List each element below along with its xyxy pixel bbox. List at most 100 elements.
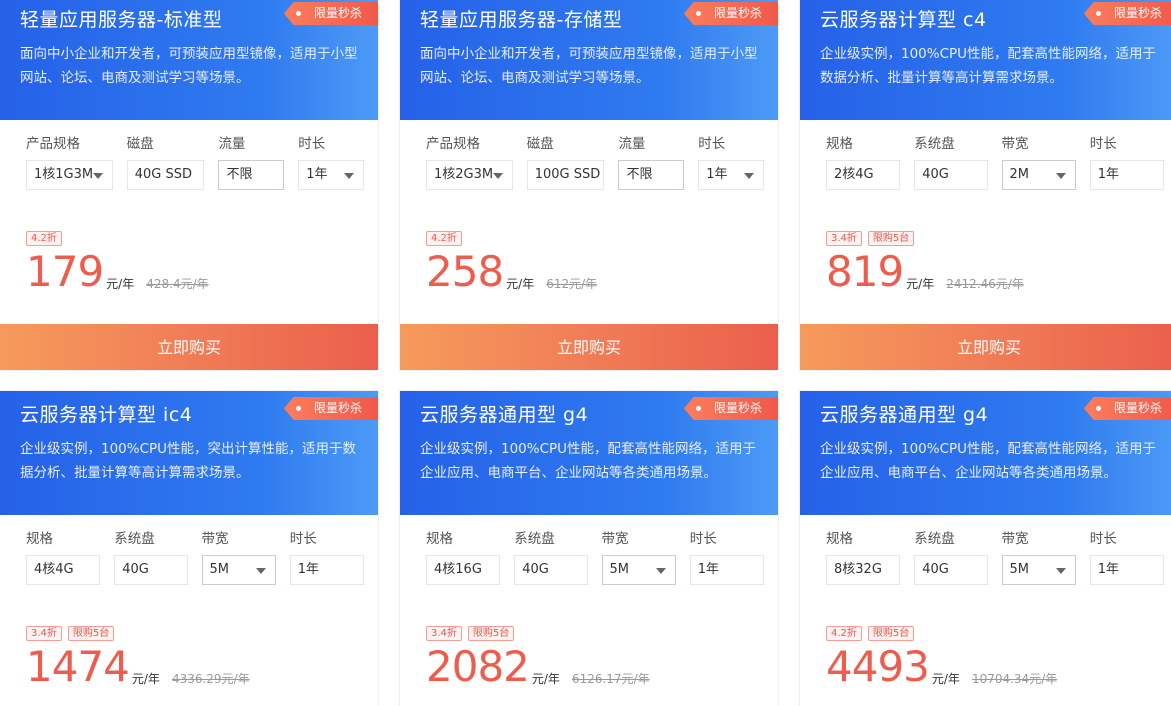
card-description: 企业级实例，100%CPU性能，配套高性能网络，适用于数据分析、批量计算等高计算… — [820, 46, 1157, 86]
chevron-down-icon — [344, 173, 354, 179]
price-unit: 元/年 — [506, 277, 535, 291]
purchase-limit-badge: 限购5台 — [467, 626, 515, 641]
system-disk-label: 系统盘 — [114, 531, 155, 547]
price: 179 — [26, 247, 104, 296]
chevron-down-icon — [255, 568, 266, 574]
disk-field: 100G SSD — [526, 160, 605, 190]
card-header: 轻量应用服务器-标准型 面向中小企业和开发者，可预装应用型镜像，适用于小型网站、… — [0, 0, 378, 120]
duration-field[interactable]: 1年 — [689, 555, 764, 585]
spec-field: 4核4G — [26, 555, 101, 585]
buy-now-button[interactable]: 立即购买 — [0, 324, 378, 370]
card-header: 轻量应用服务器-存储型 面向中小企业和开发者，可预装应用型镜像，适用于小型网站、… — [400, 0, 778, 120]
system-disk-field: 40G — [914, 555, 988, 585]
flash-sale-badge: 限量秒杀 — [284, 397, 378, 420]
badge-group: 3.4折 限购5台 — [26, 626, 120, 641]
price-row: 4493 元/年 10704.34元/年 — [826, 645, 1057, 689]
spec-row: 规格 4核16G 系统盘 40G 带宽 5M 时长 1年 — [400, 515, 778, 585]
discount-badge: 3.4折 — [26, 626, 62, 641]
disk-label: 磁盘 — [126, 136, 154, 152]
card-description: 面向中小企业和开发者，可预装应用型镜像，适用于小型网站、论坛、电商及测试学习等场… — [20, 46, 358, 86]
price-row: 819 元/年 2412.46元/年 — [826, 250, 1024, 294]
spec-value: 1核1G3M — [34, 167, 94, 182]
bandwidth-label: 带宽 — [1001, 531, 1029, 547]
badge-group: 3.4折 限购5台 — [426, 626, 520, 641]
bandwidth-select[interactable]: 5M — [601, 555, 676, 585]
bandwidth-value: 5M — [609, 562, 630, 577]
chevron-down-icon — [744, 173, 754, 179]
duration-label: 时长 — [298, 136, 326, 152]
price-row: 258 元/年 612元/年 — [426, 250, 597, 294]
spec-value: 1核2G3M — [434, 167, 494, 182]
duration-select[interactable]: 1年 — [698, 160, 764, 190]
discount-badge: 3.4折 — [426, 626, 462, 641]
price-unit: 元/年 — [906, 277, 935, 291]
product-card-cvm-g4: 云服务器通用型 g4 企业级实例，100%CPU性能，配套高性能网络，适用于企业… — [399, 390, 779, 706]
flash-sale-badge: 限量秒杀 — [1084, 397, 1171, 420]
discount-badge: 4.2折 — [26, 231, 62, 246]
traffic-field[interactable]: 不限 — [218, 160, 285, 190]
card-description: 企业级实例，100%CPU性能，突出计算性能，适用于数据分析、批量计算等高计算需… — [20, 441, 357, 481]
duration-select[interactable]: 1年 — [298, 160, 364, 190]
badge-group: 4.2折 限购5台 — [826, 626, 920, 641]
spec-select[interactable]: 1核2G3M — [426, 160, 513, 190]
original-price: 428.4元/年 — [146, 277, 209, 291]
original-price: 4336.29元/年 — [171, 672, 250, 686]
purchase-limit-badge: 限购5台 — [867, 231, 915, 246]
system-disk-field: 40G — [514, 555, 588, 585]
spec-field: 2核4G — [826, 160, 901, 190]
price-unit: 元/年 — [106, 277, 135, 291]
badge-group: 4.2折 — [26, 231, 68, 246]
card-header: 云服务器通用型 g4 企业级实例，100%CPU性能，配套高性能网络，适用于企业… — [400, 391, 778, 515]
buy-now-button[interactable]: 立即购买 — [400, 324, 778, 370]
system-disk-field: 40G — [114, 555, 188, 585]
card-description: 企业级实例，100%CPU性能，配套高性能网络，适用于企业应用、电商平台、企业网… — [820, 441, 1157, 481]
card-header: 云服务器通用型 g4 企业级实例，100%CPU性能，配套高性能网络，适用于企业… — [800, 391, 1171, 515]
duration-field[interactable]: 1年 — [1089, 555, 1164, 585]
buy-now-button[interactable]: 立即购买 — [800, 324, 1171, 370]
original-price: 612元/年 — [546, 277, 598, 291]
spec-field: 8核32G — [826, 555, 901, 585]
original-price: 2412.46元/年 — [946, 277, 1024, 291]
price: 2082 — [426, 642, 530, 691]
price-unit: 元/年 — [131, 672, 160, 686]
flash-sale-badge: 限量秒杀 — [1084, 2, 1171, 25]
purchase-limit-badge: 限购5台 — [867, 626, 915, 641]
duration-label: 时长 — [1089, 531, 1117, 547]
card-description: 企业级实例，100%CPU性能，配套高性能网络，适用于企业应用、电商平台、企业网… — [420, 441, 757, 481]
system-disk-label: 系统盘 — [914, 136, 955, 152]
price: 819 — [826, 247, 904, 296]
spec-select[interactable]: 1核1G3M — [26, 160, 113, 190]
chevron-down-icon — [1055, 568, 1066, 574]
spec-label: 规格 — [826, 136, 853, 152]
original-price: 10704.34元/年 — [971, 672, 1058, 686]
duration-value: 1年 — [706, 167, 728, 182]
duration-field[interactable]: 1年 — [289, 555, 364, 585]
spec-row: 规格 4核4G 系统盘 40G 带宽 5M 时长 1年 — [0, 515, 378, 585]
spec-label: 规格 — [826, 531, 853, 547]
system-disk-field: 40G — [914, 160, 988, 190]
price: 1474 — [26, 642, 130, 691]
card-header: 云服务器计算型 c4 企业级实例，100%CPU性能，配套高性能网络，适用于数据… — [800, 0, 1171, 120]
disk-label: 磁盘 — [526, 136, 554, 152]
card-header: 云服务器计算型 ic4 企业级实例，100%CPU性能，突出计算性能，适用于数据… — [0, 391, 378, 515]
spec-row: 产品规格 1核2G3M 磁盘 100G SSD 流量 不限 时长 1年 — [400, 120, 778, 190]
spec-field: 4核16G — [426, 555, 501, 585]
spec-label: 规格 — [426, 531, 453, 547]
duration-field[interactable]: 1年 — [1089, 160, 1164, 190]
chevron-down-icon — [92, 173, 103, 179]
price: 4493 — [826, 642, 930, 691]
badge-group: 3.4折 限购5台 — [826, 231, 920, 246]
spec-label: 规格 — [26, 531, 53, 547]
price-row: 1474 元/年 4336.29元/年 — [26, 645, 250, 689]
duration-value: 1年 — [306, 167, 328, 182]
bandwidth-select[interactable]: 5M — [201, 555, 276, 585]
bandwidth-select[interactable]: 2M — [1001, 160, 1076, 190]
chevron-down-icon — [492, 173, 503, 179]
duration-label: 时长 — [289, 531, 317, 547]
system-disk-label: 系统盘 — [914, 531, 955, 547]
bandwidth-select[interactable]: 5M — [1001, 555, 1076, 585]
duration-label: 时长 — [1089, 136, 1117, 152]
traffic-field[interactable]: 不限 — [618, 160, 685, 190]
spec-row: 规格 2核4G 系统盘 40G 带宽 2M 时长 1年 — [800, 120, 1171, 190]
card-description: 面向中小企业和开发者，可预装应用型镜像，适用于小型网站、论坛、电商及测试学习等场… — [420, 46, 758, 86]
